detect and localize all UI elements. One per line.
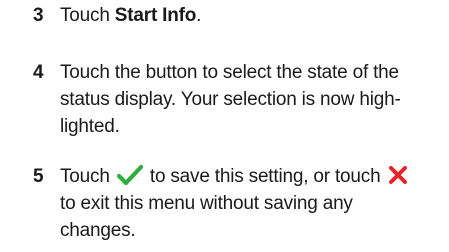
step-line: changes. [60, 220, 136, 241]
step-number: 4 [33, 62, 44, 83]
step-number: 5 [33, 166, 44, 187]
instruction-page: 3 Touch Start Info. 4 Touch the button t… [0, 0, 449, 252]
step-line: to exit this menu without saving any [60, 193, 353, 214]
close-icon [388, 166, 407, 184]
step-line: Touch the button to select the state of … [60, 62, 399, 83]
step-text-prefix: Touch [60, 5, 115, 26]
step-line: status display. Your selection is now hi… [60, 89, 401, 110]
check-icon [116, 165, 143, 185]
step-text-suffix: . [196, 5, 202, 26]
start-info-label: Start Info [114, 5, 197, 26]
step-text-middle: to save this setting, or touch [144, 166, 386, 187]
step-text: Touch Start Info. [60, 2, 319, 29]
step-text: Touch the button to select the state of … [60, 59, 401, 140]
step-number: 3 [33, 5, 44, 26]
step-line: lighted. [60, 116, 120, 137]
step-line: Touch to save this setting, or touch [60, 163, 407, 190]
step-text-prefix: Touch [60, 166, 115, 187]
step-text: Touch to save this setting, or touch to … [60, 163, 407, 244]
